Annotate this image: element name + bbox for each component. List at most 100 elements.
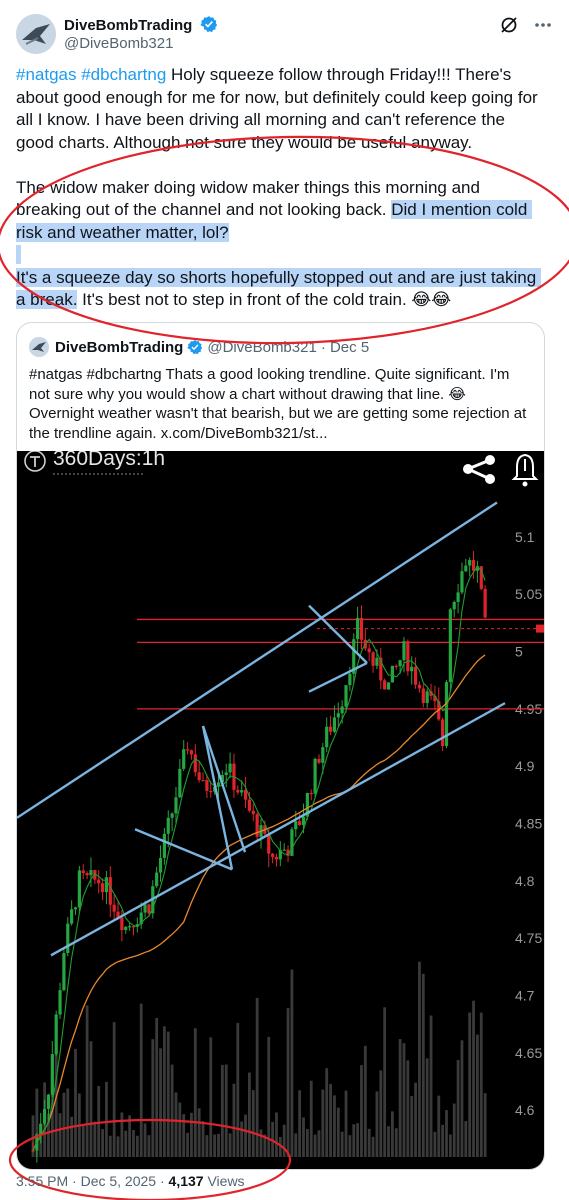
candle-body bbox=[471, 560, 476, 571]
candle-body bbox=[162, 833, 166, 858]
volume-bar bbox=[255, 997, 259, 1157]
volume-bar bbox=[402, 1043, 406, 1157]
volume-bar bbox=[108, 1135, 112, 1157]
volume-bar bbox=[174, 1092, 178, 1157]
candle-body bbox=[386, 682, 391, 690]
candle-body bbox=[73, 907, 78, 910]
trendline bbox=[308, 661, 368, 693]
volume-bar bbox=[383, 1007, 387, 1157]
candle-body bbox=[85, 873, 89, 876]
candle-body bbox=[298, 821, 302, 825]
volume-bar bbox=[418, 961, 421, 1157]
volume-bar bbox=[302, 1117, 305, 1157]
ruler-icon[interactable] bbox=[24, 450, 46, 472]
volume-bar bbox=[329, 1083, 332, 1157]
volume-bar bbox=[182, 1114, 186, 1157]
candle-body bbox=[425, 691, 429, 704]
candle-body bbox=[406, 641, 410, 672]
volume-bar bbox=[186, 1132, 189, 1157]
candle-body bbox=[236, 789, 240, 793]
volume-bar bbox=[375, 1091, 379, 1157]
candle-body bbox=[371, 652, 375, 666]
candle-body bbox=[143, 904, 147, 913]
post-footer: 3:55 PM · Dec 5, 2025 · 4,137 Views bbox=[16, 1173, 245, 1189]
volume-bar bbox=[275, 1112, 278, 1157]
candle-body bbox=[367, 648, 371, 653]
candle-body bbox=[325, 726, 329, 748]
volume-bar bbox=[472, 1000, 475, 1157]
volume-bar bbox=[336, 1107, 340, 1157]
candle-body bbox=[301, 816, 306, 825]
candle-body bbox=[332, 717, 337, 732]
candle-body bbox=[340, 706, 344, 714]
author-name[interactable]: DiveBombTrading bbox=[64, 15, 218, 34]
y-tick-label: 5.1 bbox=[515, 529, 535, 545]
candle-body bbox=[243, 790, 248, 800]
volume-bar bbox=[244, 1114, 247, 1157]
quoted-author-name: DiveBombTrading bbox=[55, 338, 184, 356]
volume-bar bbox=[437, 1095, 441, 1157]
quoted-author-handle: @DiveBomb321 bbox=[207, 338, 317, 356]
volume-bar bbox=[379, 1070, 383, 1157]
candle-body bbox=[402, 641, 406, 661]
price-chart[interactable]: 360Days:1h 5.1 5.05 5 4.95 4.9 4.85 4.8 4.75 4.7… bbox=[17, 447, 544, 1169]
candle-body bbox=[290, 829, 294, 856]
candle-body bbox=[155, 872, 159, 887]
candle-body bbox=[247, 799, 252, 811]
candle-body bbox=[70, 909, 74, 924]
y-tick-label: 4.85 bbox=[515, 816, 542, 832]
author-name-text: DiveBombTrading bbox=[64, 17, 193, 34]
author-handle[interactable]: @DiveBomb321 bbox=[64, 35, 173, 52]
post-paragraph-3b: It's best not to step in front of the co… bbox=[77, 290, 452, 309]
candle-body bbox=[124, 926, 128, 931]
chart-svg: 360Days:1h 5.15.0554.954.94.854.84.754.7… bbox=[17, 447, 544, 1163]
volume-bar bbox=[240, 1121, 244, 1157]
verified-badge-icon bbox=[187, 340, 203, 355]
volume-bar bbox=[429, 1015, 433, 1157]
candle-body bbox=[375, 657, 379, 666]
avatar[interactable] bbox=[16, 14, 56, 54]
candle-body bbox=[42, 1109, 47, 1124]
alert-bell-icon[interactable] bbox=[511, 453, 539, 487]
candle-body bbox=[77, 870, 81, 908]
more-icon[interactable] bbox=[533, 15, 553, 35]
candle-body bbox=[189, 750, 194, 755]
hashtags[interactable]: #natgas #dbchartng bbox=[16, 65, 166, 84]
candle-body bbox=[464, 565, 468, 572]
volume-bar bbox=[398, 1039, 402, 1157]
volume-bar bbox=[282, 1124, 286, 1157]
post-text: #natgas #dbchartng Holy squeeze follow t… bbox=[16, 64, 546, 312]
grok-icon[interactable] bbox=[499, 15, 519, 35]
candle-body bbox=[359, 617, 364, 640]
volume-bar bbox=[421, 973, 425, 1157]
volume-bar bbox=[205, 1135, 209, 1157]
share-icon[interactable] bbox=[463, 455, 495, 484]
candle-body bbox=[267, 833, 271, 854]
volume-bar bbox=[360, 1065, 363, 1157]
y-tick-label: 4.7 bbox=[515, 987, 535, 1003]
volume-bar bbox=[128, 1115, 132, 1157]
last-price-marker bbox=[536, 624, 544, 633]
quoted-post[interactable]: DiveBombTrading @DiveBomb321 · Dec 5 #na… bbox=[16, 322, 545, 1170]
volume-bar bbox=[220, 1064, 224, 1157]
candle-body bbox=[62, 953, 66, 991]
candle-body bbox=[39, 1123, 43, 1135]
volume-bar bbox=[305, 1129, 309, 1157]
post-time[interactable]: 3:55 PM · Dec 5, 2025 · bbox=[16, 1173, 169, 1189]
views-label: Views bbox=[203, 1173, 245, 1189]
candle-body bbox=[468, 560, 472, 566]
volume-bar bbox=[271, 1121, 274, 1157]
candle-body bbox=[274, 856, 279, 860]
trendline bbox=[50, 702, 506, 957]
volume-bar bbox=[105, 1081, 108, 1157]
volume-bar bbox=[348, 1135, 352, 1157]
volume-bar bbox=[58, 1113, 62, 1157]
candle-body bbox=[89, 870, 93, 876]
volume-bar bbox=[294, 1133, 298, 1157]
ma-fast-line bbox=[32, 565, 486, 1151]
candle-body bbox=[209, 790, 213, 793]
candle-body bbox=[50, 1054, 54, 1095]
volume-bar bbox=[81, 1124, 85, 1157]
volume-bar bbox=[483, 1093, 487, 1157]
volume-bar bbox=[190, 1112, 193, 1157]
